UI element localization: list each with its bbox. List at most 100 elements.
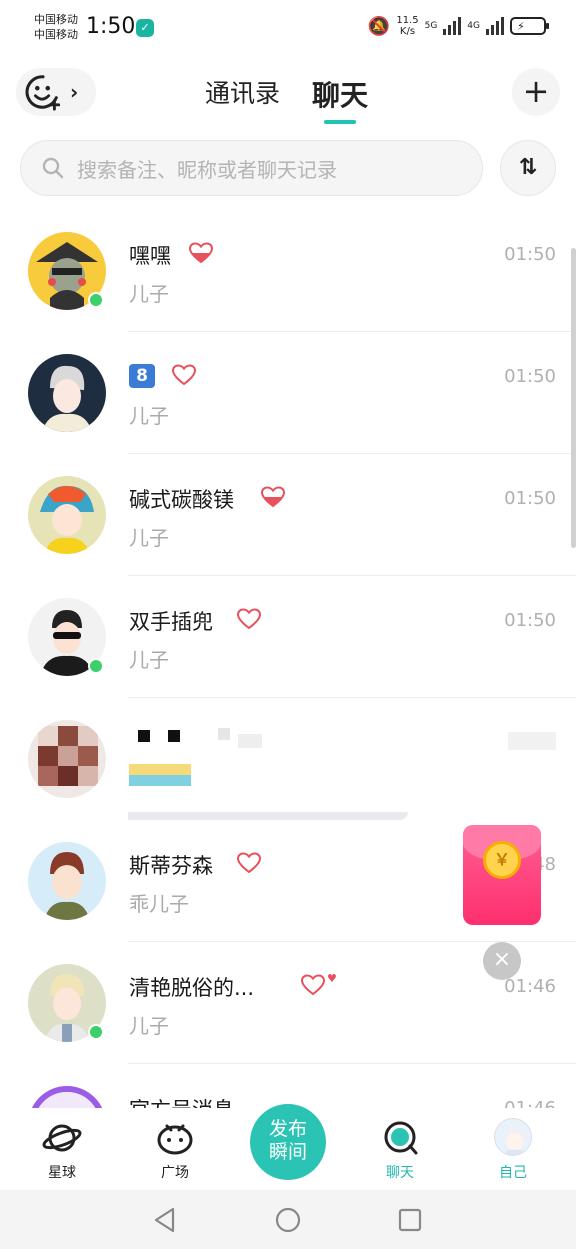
- nav-label: 星球: [48, 1165, 76, 1181]
- header-tabs: 通讯录 聊天: [205, 74, 368, 124]
- online-indicator: [88, 658, 104, 674]
- signal-icon: [486, 17, 504, 35]
- nav-label: 聊天: [386, 1165, 414, 1181]
- heart-outline-icon: [237, 608, 261, 630]
- swipe-action-shadow: [128, 812, 408, 820]
- status-bar: 中国移动 中国移动 1:50 ✓ 🔕 11.5 K/s 5G 4G ⚡: [0, 0, 576, 58]
- chat-time: 01:50: [504, 610, 556, 631]
- red-packet-button[interactable]: ￥: [463, 825, 541, 925]
- nav-label: 自己: [499, 1165, 527, 1181]
- tab-chat[interactable]: 聊天: [312, 74, 368, 124]
- carrier-label: 中国移动: [34, 13, 78, 26]
- avatar-image: [28, 842, 106, 920]
- chat-name: 斯蒂芬森: [129, 854, 213, 878]
- carrier-label: 中国移动: [34, 28, 78, 41]
- network-speed: 11.5 K/s: [396, 15, 418, 37]
- heart-icon: [189, 242, 213, 264]
- scrollbar[interactable]: [571, 248, 576, 548]
- chat-name: 清艳脱俗的...: [129, 976, 255, 1000]
- heart-outline-icon: [237, 852, 261, 874]
- header: › 通讯录 聊天 +: [0, 64, 576, 124]
- mute-bell-icon: 🔕: [367, 15, 391, 37]
- chat-name: 嘿嘿: [129, 244, 171, 268]
- avatar[interactable]: [28, 476, 106, 554]
- search-input[interactable]: 搜索备注、昵称或者聊天记录: [20, 140, 483, 196]
- chat-time: 01:46: [504, 976, 556, 997]
- avatar[interactable]: [28, 842, 106, 920]
- status-time: 1:50: [86, 14, 136, 39]
- bottom-nav: 星球 广场 发布瞬间 聊天 自己: [0, 1104, 576, 1190]
- avatar-pixelated[interactable]: [28, 720, 106, 798]
- online-indicator: [88, 292, 104, 308]
- nav-chat[interactable]: 聊天: [365, 1118, 435, 1182]
- my-avatar: [494, 1118, 532, 1156]
- chat-message: 儿子: [129, 1014, 169, 1038]
- square-face-icon: [157, 1124, 193, 1155]
- mood-status-button[interactable]: ›: [16, 68, 96, 116]
- heart-outline-icon: [172, 364, 196, 386]
- home-circle-icon[interactable]: [273, 1205, 303, 1235]
- status-icons: 🔕 11.5 K/s 5G 4G ⚡: [367, 15, 549, 37]
- coin-icon: ￥: [483, 841, 521, 879]
- chat-row[interactable]: 嘿嘿 儿子 01:50: [0, 210, 576, 332]
- chat-time: 01:50: [504, 244, 556, 265]
- avatar[interactable]: [28, 354, 106, 432]
- system-nav-bar: [0, 1190, 576, 1249]
- small-heart-icon: ♥: [327, 972, 337, 985]
- battery-icon: ⚡: [510, 17, 549, 35]
- nav-square[interactable]: 广场: [140, 1118, 210, 1182]
- nav-me[interactable]: 自己: [478, 1118, 548, 1182]
- plus-icon: +: [522, 72, 550, 110]
- sort-arrows-icon: ⇅: [518, 155, 538, 180]
- search-icon: [42, 157, 64, 179]
- heart-icon: [261, 486, 285, 508]
- chat-row[interactable]: 碱式碳酸镁 儿子 01:50: [0, 454, 576, 576]
- nav-planet[interactable]: 星球: [27, 1118, 97, 1182]
- close-red-packet-button[interactable]: ×: [483, 942, 521, 980]
- chat-name: 8: [129, 362, 155, 388]
- chat-row[interactable]: 双手插兜 儿子 01:50: [0, 576, 576, 698]
- avatar-image: [28, 720, 106, 798]
- chat-message: 儿子: [129, 282, 169, 306]
- sort-button[interactable]: ⇅: [500, 140, 556, 196]
- add-button[interactable]: +: [512, 68, 560, 116]
- recent-apps-icon[interactable]: [395, 1205, 425, 1235]
- chat-time: 01:50: [504, 366, 556, 387]
- pixelated-message: [129, 764, 191, 786]
- nav-label: 广场: [161, 1165, 189, 1181]
- planet-icon: [42, 1124, 82, 1152]
- chat-name: 双手插兜: [129, 610, 213, 634]
- heart-outline-icon: [301, 974, 325, 996]
- chat-message: 儿子: [129, 526, 169, 550]
- online-indicator: [88, 1024, 104, 1040]
- chat-row[interactable]: 8 儿子 01:50: [0, 332, 576, 454]
- signal-icon: [443, 17, 462, 35]
- network-type: 4G: [467, 21, 480, 31]
- search-placeholder: 搜索备注、昵称或者聊天记录: [77, 157, 337, 182]
- chat-message: 儿子: [129, 648, 169, 672]
- chat-name: 碱式碳酸镁: [129, 488, 234, 512]
- network-type: 5G: [424, 21, 438, 31]
- chat-row-censored[interactable]: [0, 698, 576, 820]
- tab-contacts[interactable]: 通讯录: [205, 74, 280, 114]
- pixelated-time: [508, 732, 556, 750]
- number-badge: 8: [129, 364, 155, 388]
- publish-moment-button[interactable]: 发布瞬间: [250, 1104, 326, 1180]
- back-triangle-icon[interactable]: [150, 1205, 180, 1235]
- chevron-right-icon: ›: [70, 80, 79, 104]
- chat-time: 01:50: [504, 488, 556, 509]
- chat-message: 乖儿子: [129, 892, 189, 916]
- pixelated-name: [138, 728, 273, 748]
- network-speed-unit: K/s: [399, 26, 416, 37]
- avatar-image: [28, 354, 106, 432]
- close-icon: ×: [492, 947, 512, 972]
- network-speed-value: 11.5: [396, 15, 419, 26]
- smiley-add-icon: [25, 75, 61, 111]
- app-notification-icon: ✓: [136, 19, 154, 37]
- carrier-info: 中国移动 中国移动: [34, 12, 78, 42]
- chat-message: 儿子: [129, 404, 169, 428]
- avatar-image: [28, 476, 106, 554]
- avatar-image: [503, 1125, 527, 1155]
- avatar[interactable]: [28, 1086, 106, 1110]
- chat-bubble-icon: [384, 1121, 418, 1155]
